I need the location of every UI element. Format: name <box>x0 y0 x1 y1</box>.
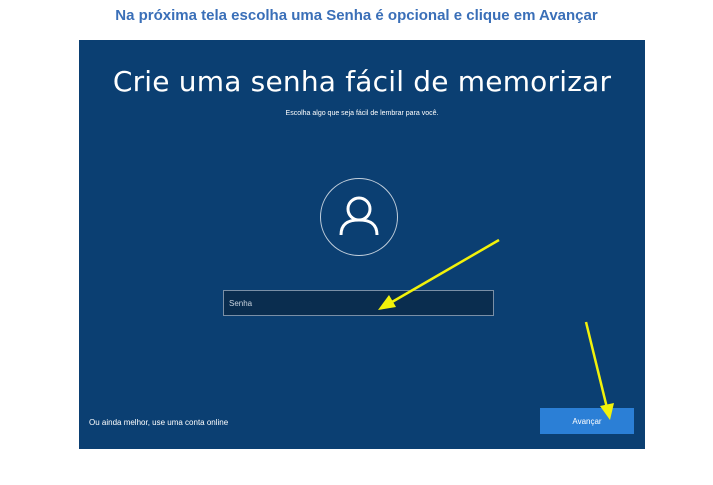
setup-screen: Crie uma senha fácil de memorizar Escolh… <box>79 40 645 449</box>
instruction-caption: Na próxima tela escolha uma Senha é opci… <box>115 7 598 24</box>
page-title: Crie uma senha fácil de memorizar <box>112 65 612 98</box>
page-subtitle: Escolha algo que seja fácil de lembrar p… <box>285 110 439 117</box>
password-input[interactable] <box>223 290 494 316</box>
online-account-link[interactable]: Ou ainda melhor, use uma conta online <box>89 418 228 427</box>
user-icon <box>339 196 379 236</box>
next-button[interactable]: Avançar <box>540 408 634 434</box>
avatar <box>320 178 398 256</box>
